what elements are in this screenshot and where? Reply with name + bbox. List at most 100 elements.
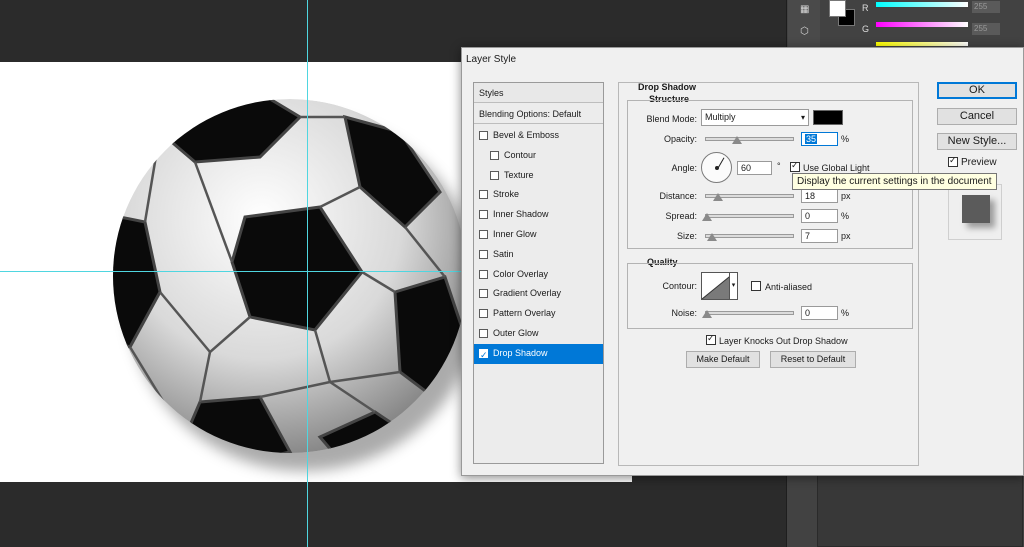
quality-group [627,263,913,329]
preview-checkbox[interactable] [948,155,958,167]
cancel-button[interactable]: Cancel [937,108,1017,125]
spread-slider-thumb[interactable] [702,213,712,221]
channel-g-slider[interactable] [876,22,968,27]
style-item-checkbox[interactable] [479,230,488,239]
distance-label: Distance: [659,191,697,201]
angle-unit: ° [777,161,781,171]
spread-label: Spread: [665,211,697,221]
style-item-checkbox[interactable] [479,329,488,338]
style-item-checkbox[interactable] [490,170,499,180]
style-item-gradient-overlay[interactable]: Gradient Overlay [474,284,603,304]
size-slider[interactable] [705,233,794,241]
use-global-light-checkbox[interactable] [790,160,800,172]
ok-button[interactable]: OK [937,82,1017,99]
make-default-button[interactable]: Make Default [686,351,760,368]
dialog-title: Layer Style [466,54,517,65]
opacity-label: Opacity: [663,134,697,144]
style-item-label: Outer Glow [493,328,539,338]
layer-knocks-out-label[interactable]: Layer Knocks Out Drop Shadow [719,336,848,346]
angle-input[interactable]: 60 [737,161,772,175]
style-item-checkbox[interactable] [479,346,488,366]
contour-dropdown-arrow-icon[interactable]: ▾ [729,272,738,300]
opacity-input[interactable]: 35 [801,132,838,146]
opacity-slider[interactable] [705,136,794,144]
style-item-checkbox[interactable] [479,210,488,220]
channel-g-label: G [862,24,870,34]
channel-g-value[interactable]: 255 [972,23,1000,35]
blending-options-item[interactable]: Blending Options: Default [474,104,603,124]
drop-shadow-settings: Drop Shadow Structure Blend Mode: Multip… [618,82,919,466]
noise-slider-thumb[interactable] [702,310,712,318]
style-item-inner-glow[interactable]: Inner Glow [474,225,603,245]
spread-input[interactable]: 0 [801,209,838,223]
style-item-checkbox[interactable] [490,150,499,160]
layer-knocks-out-checkbox[interactable] [706,333,716,345]
style-item-inner-shadow[interactable]: Inner Shadow [474,205,603,225]
style-item-checkbox[interactable] [479,249,488,259]
size-slider-thumb[interactable] [707,233,717,241]
style-item-contour[interactable]: Contour [474,146,603,166]
distance-input[interactable]: 18 [801,189,838,203]
new-style-button[interactable]: New Style... [937,133,1017,150]
noise-unit: % [841,308,850,318]
style-item-checkbox[interactable] [479,269,488,279]
blend-mode-dropdown[interactable]: Multiply ▾ [701,109,809,126]
style-item-label: Satin [493,248,514,259]
style-item-outer-glow[interactable]: Outer Glow [474,324,603,344]
channel-b-slider[interactable] [876,42,968,46]
distance-unit: px [841,191,851,201]
anti-aliased-checkbox[interactable] [751,281,761,291]
style-item-checkbox[interactable] [479,289,488,299]
style-item-drop-shadow[interactable]: Drop Shadow [474,343,603,366]
style-item-checkbox[interactable] [479,131,488,140]
blend-mode-value: Multiply [705,112,736,122]
style-item-texture[interactable]: Texture [474,166,603,186]
size-unit: px [841,231,851,241]
reset-to-default-button[interactable]: Reset to Default [770,351,856,368]
spread-slider[interactable] [702,213,794,221]
style-item-satin[interactable]: Satin [474,245,603,265]
chevron-down-icon: ▾ [800,113,805,122]
style-item-label: Stroke [493,189,520,200]
panel-3d-icon[interactable]: ⬡ [800,26,814,37]
vertical-guide[interactable] [307,0,308,547]
style-item-label: Texture [504,169,534,180]
panel-tool-icon[interactable]: ▦ [800,4,814,15]
style-item-checkbox[interactable] [479,309,488,319]
style-item-stroke[interactable]: Stroke [474,185,603,205]
foreground-color-swatch[interactable] [829,0,846,17]
channel-r-slider[interactable] [876,2,968,7]
drop-shadow-title: Drop Shadow [638,82,696,92]
styles-header[interactable]: Styles [474,83,603,103]
style-item-label: Bevel & Emboss [493,130,560,140]
angle-dial[interactable] [701,152,732,183]
distance-slider[interactable] [705,193,794,201]
style-item-label: Drop Shadow [493,347,548,358]
style-item-color-overlay[interactable]: Color Overlay [474,265,603,285]
layer-style-dialog: Layer Style Styles Blending Options: Def… [461,47,1024,476]
style-item-label: Inner Glow [493,229,537,239]
shadow-color-swatch[interactable] [813,110,843,125]
style-item-bevel-emboss[interactable]: Bevel & Emboss [474,126,603,146]
size-input[interactable]: 7 [801,229,838,243]
channel-r-value[interactable]: 255 [972,1,1000,13]
channel-r-label: R [862,3,869,13]
opacity-value: 35 [805,134,818,144]
style-item-checkbox[interactable] [479,190,488,200]
panel-area [817,470,1023,547]
style-item-label: Inner Shadow [493,209,549,220]
spread-unit: % [841,211,850,221]
use-global-light-label[interactable]: Use Global Light [803,163,870,173]
opacity-slider-thumb[interactable] [732,136,743,144]
style-item-label: Color Overlay [493,268,549,279]
preview-label[interactable]: Preview [961,157,997,168]
distance-slider-thumb[interactable] [713,193,723,201]
contour-label: Contour: [662,281,697,291]
noise-slider[interactable] [702,310,794,318]
style-item-label: Contour [504,149,537,160]
style-item-pattern-overlay[interactable]: Pattern Overlay [474,304,603,324]
blend-mode-label: Blend Mode: [646,114,697,124]
noise-input[interactable]: 0 [801,306,838,320]
anti-aliased-label[interactable]: Anti-aliased [765,282,812,292]
styles-list: Styles Blending Options: Default Bevel &… [473,82,604,464]
